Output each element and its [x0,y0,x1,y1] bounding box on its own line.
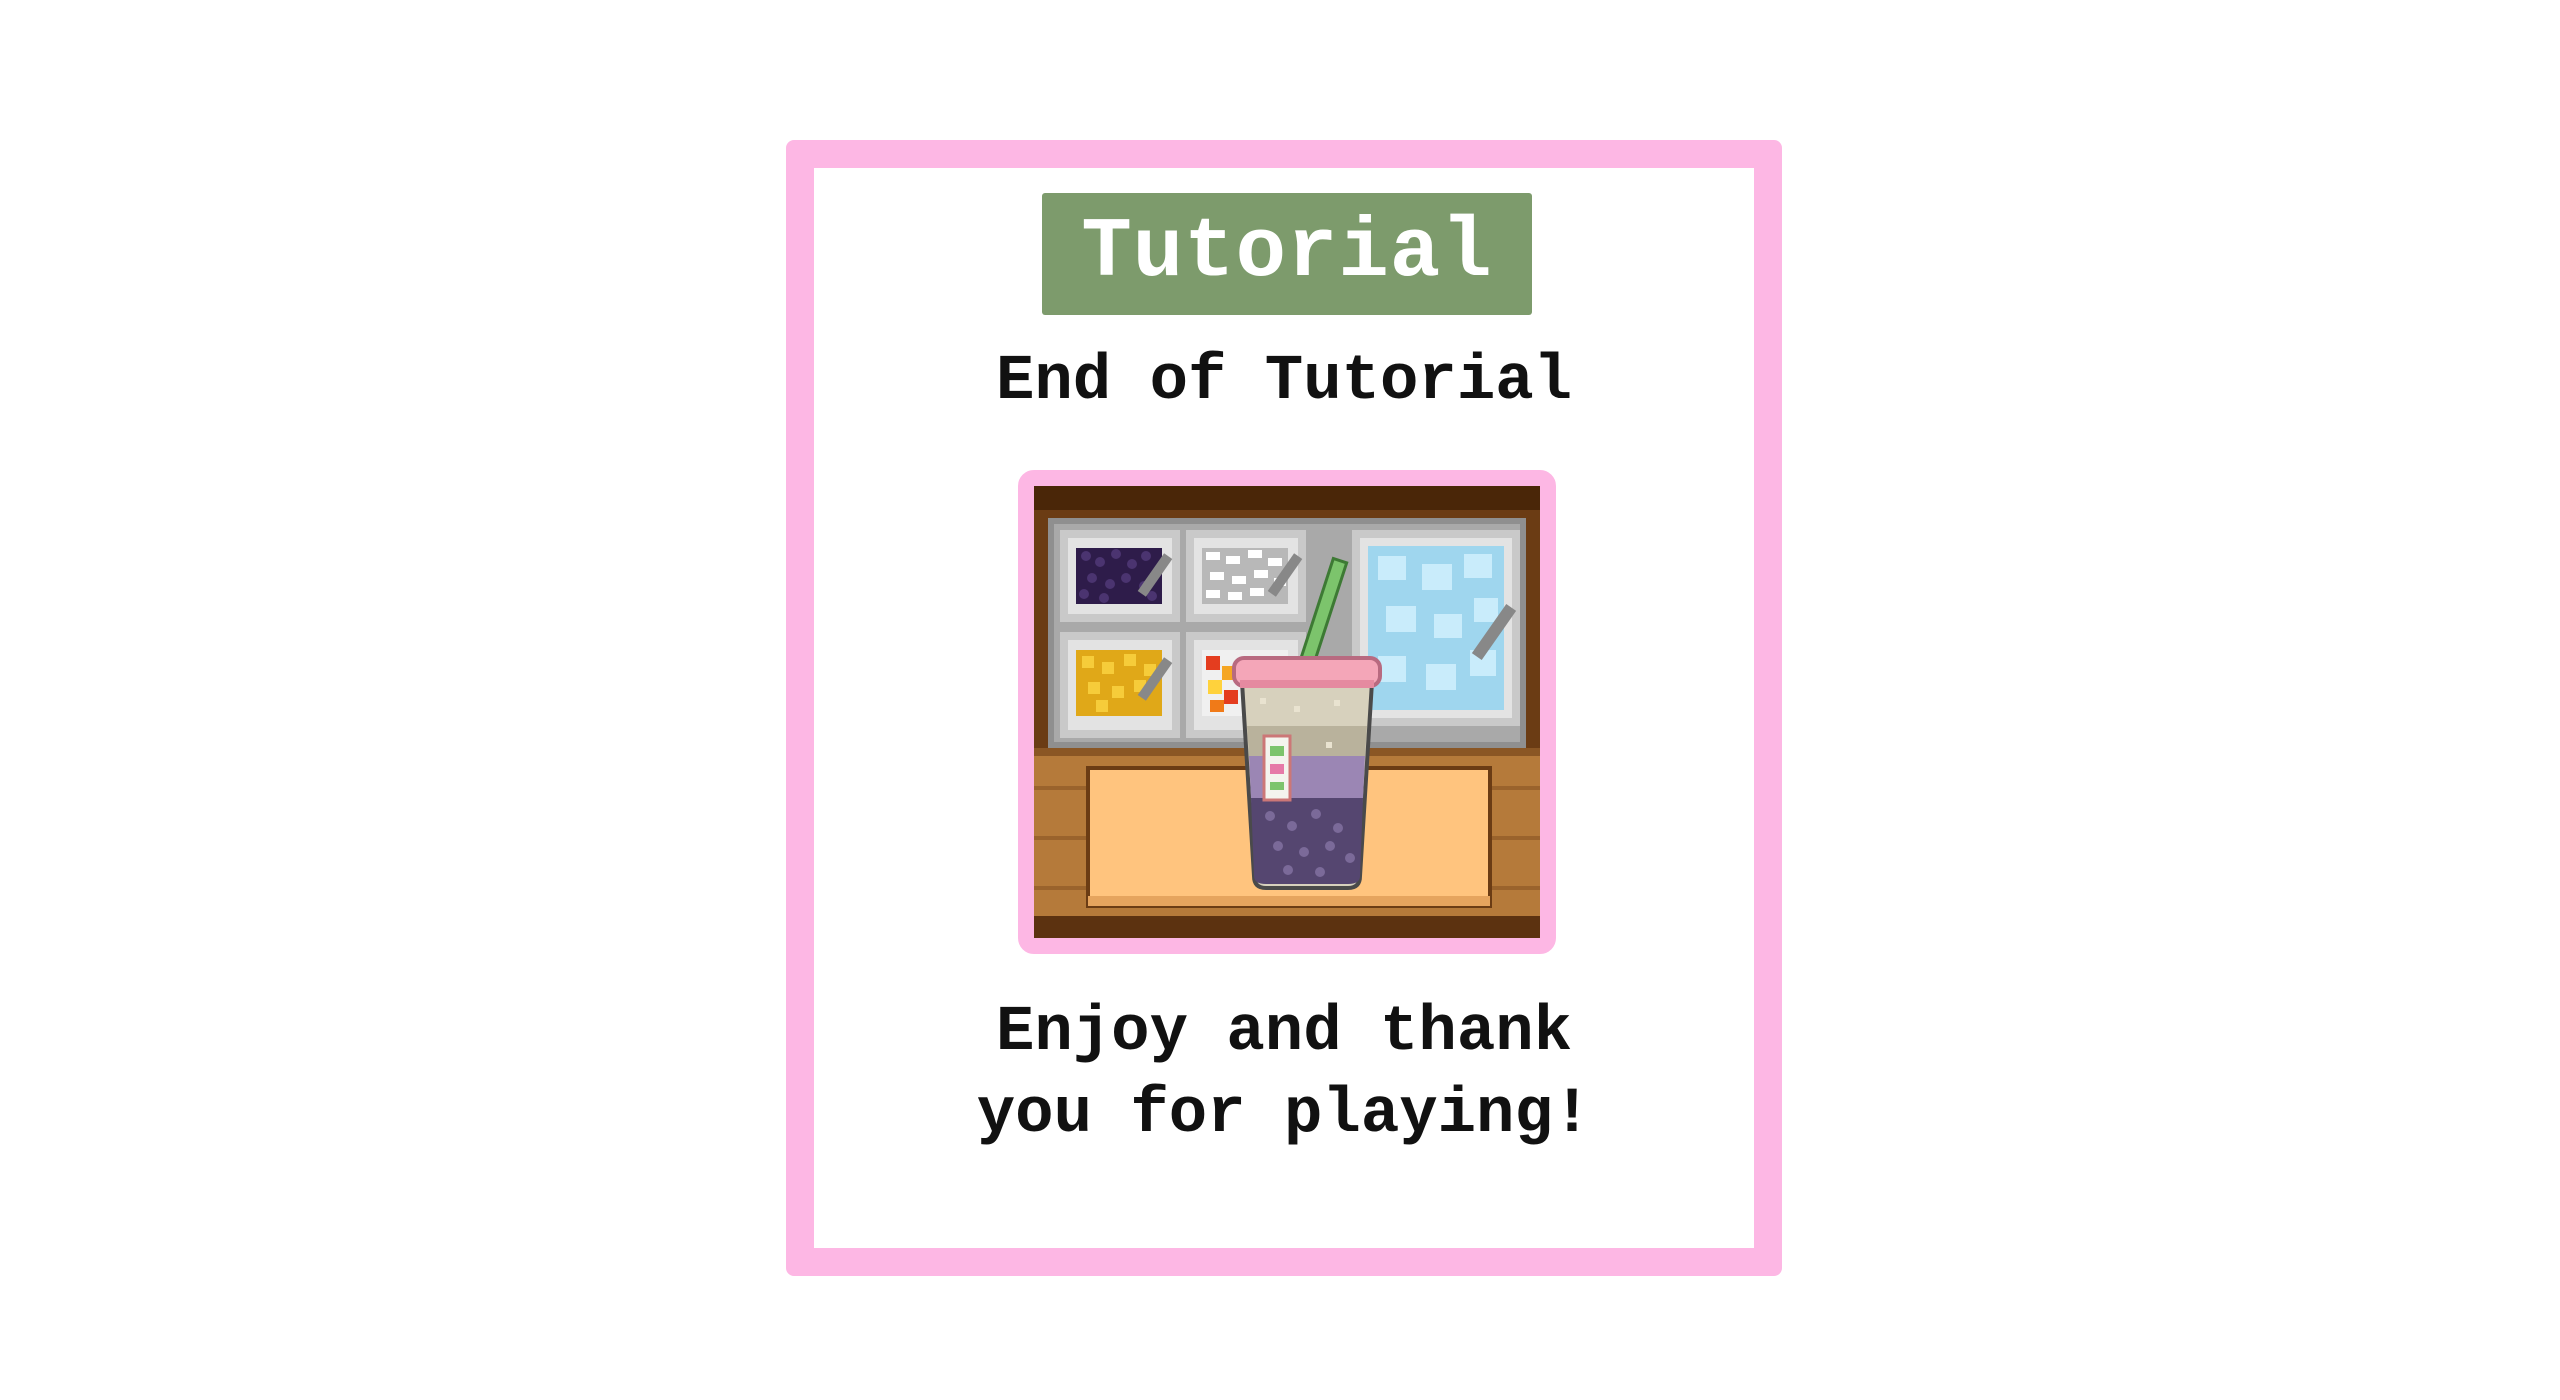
taro-pearls-bin [1060,530,1180,622]
crushed-ice-bin [1352,530,1520,726]
message-line-2: you for playing! [976,1079,1592,1151]
mango-jelly-bin [1060,632,1180,738]
tutorial-badge: Tutorial [1042,193,1532,315]
coconut-jelly-bin [1186,530,1306,622]
message-line-1: Enjoy and thank [995,997,1573,1069]
game-screen: Tutorial End of Tutorial Enjoy and thank… [0,0,2560,1400]
tutorial-subtitle: End of Tutorial [995,346,1573,418]
thank-you-message: Enjoy and thank you for playing! [786,992,1782,1156]
boba-counter-scene [1034,486,1540,938]
tutorial-illustration [1018,470,1556,954]
